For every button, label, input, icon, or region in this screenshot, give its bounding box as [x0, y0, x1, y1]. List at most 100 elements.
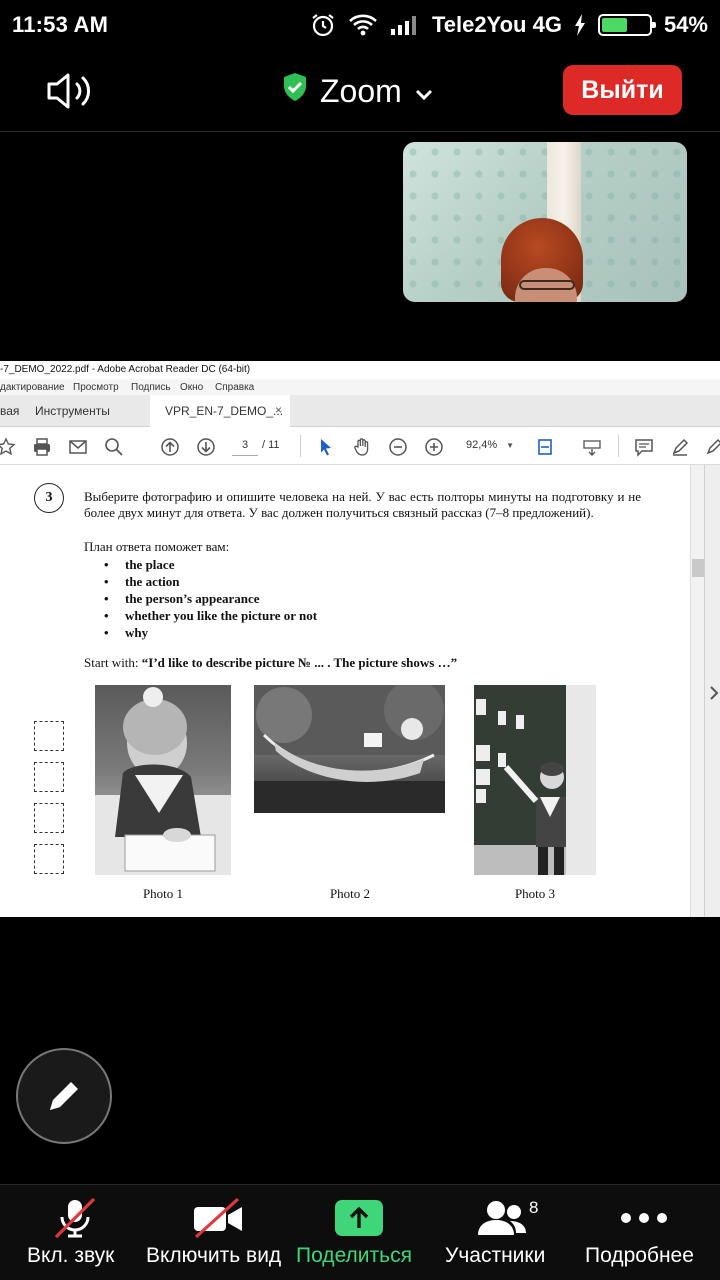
draw-icon[interactable] [704, 437, 720, 457]
tab-close-icon[interactable]: × [275, 403, 282, 417]
menu-edit[interactable]: дактирование [0, 382, 65, 393]
question-number: 3 [34, 483, 64, 513]
photo-1-girl-drawing [95, 685, 231, 875]
vertical-scrollbar[interactable] [690, 465, 704, 917]
video-off-icon [190, 1197, 246, 1239]
menu-help[interactable]: Справка [215, 382, 254, 393]
photo-1-caption: Photo 1 [142, 886, 184, 901]
email-icon[interactable] [68, 437, 88, 457]
signal-icon [390, 14, 420, 36]
list-item: whether you like the picture or not [104, 607, 317, 624]
keyboard-icon[interactable] [582, 437, 602, 457]
participants-count-badge: 8 [529, 1198, 539, 1217]
annotate-button[interactable] [16, 1048, 112, 1144]
participants-label: Участники [445, 1244, 546, 1267]
menu-view[interactable]: Просмотр [73, 382, 119, 393]
page-down-icon[interactable] [196, 437, 216, 457]
meeting-title-button[interactable]: Zoom [282, 70, 434, 112]
page-number-input[interactable]: 3 [232, 436, 258, 456]
page-total: / 11 [262, 439, 280, 451]
acrobat-menu-bar: дактирование Просмотр Подпись Окно Справ… [0, 379, 720, 395]
scrollbar-thumb[interactable] [692, 559, 704, 577]
print-icon[interactable] [32, 437, 52, 457]
status-icons: Tele2You 4G 54% [310, 9, 708, 41]
answer-box[interactable] [34, 721, 64, 751]
meeting-title: Zoom [320, 72, 402, 109]
photo-3-caption: Photo 3 [514, 886, 556, 901]
plan-list: the place the action the person’s appear… [104, 556, 317, 641]
unmute-button[interactable]: Вкл. звук [22, 1185, 128, 1280]
shared-screen[interactable]: -7_DEMO_2022.pdf - Adobe Acrobat Reader … [0, 361, 720, 917]
plan-intro: План ответа поможет вам: [84, 539, 230, 554]
photo-2-girl-in-hammock [254, 685, 445, 813]
fit-page-icon[interactable] [536, 437, 556, 457]
meeting-controls: Вкл. звук Включить вид Поделиться 8 Учас… [0, 1184, 720, 1280]
menu-window[interactable]: Окно [180, 382, 203, 393]
hand-tool-icon[interactable] [352, 437, 372, 457]
participants-icon [474, 1197, 530, 1239]
more-label: Подробнее [585, 1244, 694, 1267]
select-cursor-icon[interactable] [316, 437, 336, 457]
right-pane-toggle[interactable] [704, 465, 720, 917]
question-text: Выберите фотографию и опишите человека н… [84, 489, 641, 520]
participants-button[interactable]: 8 Участники [444, 1185, 558, 1280]
share-label: Поделиться [296, 1244, 412, 1267]
acrobat-title-bar: -7_DEMO_2022.pdf - Adobe Acrobat Reader … [0, 361, 720, 379]
battery-percent: 54% [663, 12, 708, 37]
participant-glasses [519, 280, 575, 290]
status-bar: 11:53 AM Tele2You 4G 54% [0, 0, 720, 50]
speaker-icon [47, 73, 90, 109]
zoom-out-icon[interactable] [388, 437, 408, 457]
chevron-right-icon [710, 686, 719, 700]
tab-document-label: VPR_EN-7_DEMO_... [165, 404, 284, 418]
comment-icon[interactable] [634, 437, 654, 457]
tab-home[interactable]: вая [0, 404, 19, 418]
zoom-in-icon[interactable] [424, 437, 444, 457]
battery-fill [601, 18, 627, 32]
caret-down-icon: ▼ [506, 441, 514, 450]
tab-tools[interactable]: Инструменты [35, 404, 110, 418]
acrobat-toolbar: 3 / 11 92,4% ▼ [0, 427, 720, 465]
photo-2-caption: Photo 2 [329, 886, 371, 901]
answer-box[interactable] [34, 762, 64, 792]
highlight-pen-icon[interactable] [670, 437, 690, 457]
list-item: the person’s appearance [104, 590, 317, 607]
photo-3-boy-at-blackboard [474, 685, 596, 875]
leave-button[interactable]: Выйти [563, 65, 682, 115]
carrier-label: Tele2You 4G [431, 12, 562, 37]
self-video-thumbnail[interactable] [403, 142, 687, 302]
more-button[interactable]: Подробнее [584, 1185, 704, 1280]
meeting-header: Zoom Выйти [0, 50, 720, 132]
menu-sign[interactable]: Подпись [131, 382, 171, 393]
share-icon [334, 1197, 384, 1239]
answer-box[interactable] [34, 844, 64, 874]
battery-icon [597, 14, 656, 36]
search-icon[interactable] [104, 437, 124, 457]
star-icon[interactable] [0, 437, 16, 457]
shield-check-icon [282, 72, 308, 110]
alarm-icon [310, 12, 336, 38]
status-time: 11:53 AM [12, 12, 109, 37]
speaker-button[interactable] [44, 70, 98, 112]
start-video-label: Включить вид [146, 1244, 282, 1267]
start-quote: “I’d like to describe picture № ... . Th… [141, 655, 458, 670]
acrobat-tabs: вая Инструменты VPR_EN-7_DEMO_... × [0, 395, 720, 427]
toolbar-divider [618, 435, 619, 457]
list-item: the place [104, 556, 317, 573]
pdf-page[interactable]: 3 Выберите фотографию и опишите человека… [0, 465, 690, 917]
start-with-line: Start with: “I’d like to describe pictur… [84, 655, 457, 671]
start-video-button[interactable]: Включить вид [146, 1185, 288, 1280]
share-screen-button[interactable]: Поделиться [296, 1185, 422, 1280]
more-icon [620, 1197, 668, 1239]
mic-muted-icon [48, 1197, 102, 1239]
pencil-icon [50, 1082, 78, 1110]
window-title: -7_DEMO_2022.pdf - Adobe Acrobat Reader … [0, 364, 251, 375]
wifi-icon [348, 13, 378, 37]
zoom-value: 92,4% [466, 439, 498, 451]
zoom-select[interactable]: 92,4% ▼ [458, 436, 518, 456]
answer-box[interactable] [34, 803, 64, 833]
list-item: the action [104, 573, 317, 590]
tab-document[interactable]: VPR_EN-7_DEMO_... × [150, 395, 290, 427]
page-up-icon[interactable] [160, 437, 180, 457]
chevron-down-icon [414, 73, 434, 110]
